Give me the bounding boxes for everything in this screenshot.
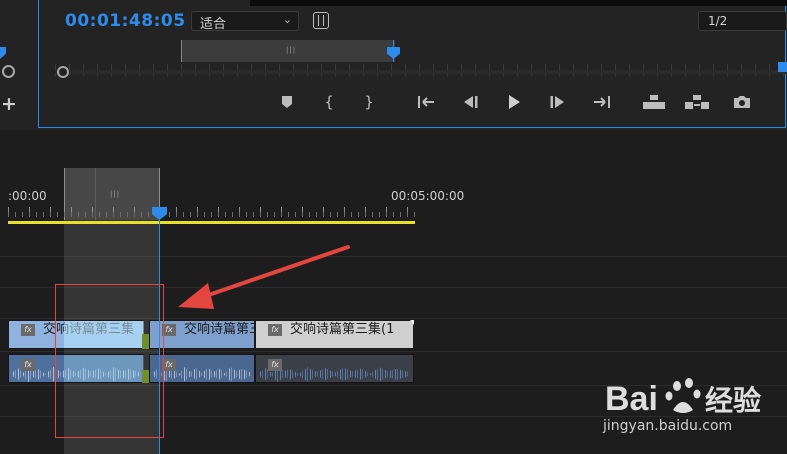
step-forward-icon [550,96,564,108]
camera-icon [734,96,750,108]
step-forward-button[interactable] [548,90,568,114]
svg-text:经验: 经验 [705,384,761,417]
lift-button[interactable] [642,90,666,114]
mark-in-button[interactable]: { [322,90,336,114]
annotation-arrow-icon [178,245,350,309]
step-back-button[interactable] [460,90,480,114]
mark-out-button[interactable]: } [362,90,376,114]
playback-resolution-dropdown[interactable]: 1/2 [698,11,787,31]
go-to-in-icon [418,96,434,108]
monitor-zoom-left-handle[interactable] [57,66,69,78]
watermark-url: jingyan.baidu.com [603,418,733,434]
baidu-jingyan-logo: Bai 经验 [605,378,761,418]
zoom-fit-dropdown[interactable]: 适合 ⌄ [191,11,299,32]
svg-text:Bai: Bai [605,380,658,418]
go-to-in-button[interactable] [416,90,438,114]
step-back-icon [464,96,478,108]
fx-badge-icon: fx [21,359,35,371]
mark-in-icon: { [324,93,334,111]
go-to-out-button[interactable] [590,90,612,114]
ruler-timecode-start: :00:00 [8,189,47,203]
clip-label: 交响诗篇第三集 [184,322,254,337]
play-button[interactable] [504,90,524,114]
audio-clip-2[interactable]: fx [149,354,255,383]
zoom-fit-value: 适合 [200,17,227,32]
video-preview-strip [250,0,787,6]
fx-badge-icon: fx [268,324,282,336]
work-area-bar[interactable] [8,221,415,224]
clip-label: 交响诗篇第三集(1 [290,322,395,337]
annotation-highlight-box [55,284,164,438]
monitor-zoom-scrollbar[interactable] [55,70,787,74]
fx-badge-icon: fx [21,324,35,336]
range-grip-icon: ||| [286,46,297,54]
audio-waveform [260,366,409,382]
ruler-timecode-mark: 00:05:00:00 [391,189,465,203]
fx-badge-icon: fx [162,359,176,371]
settings-icon [318,15,324,26]
go-to-out-icon [594,96,610,108]
source-zoom-handle[interactable] [2,65,15,78]
add-marker-button[interactable] [278,90,296,114]
extract-icon [685,95,709,109]
timeline-time-ruler-minor [8,212,415,217]
lift-icon [643,95,665,109]
playback-resolution-value: 1/2 [708,14,728,28]
audio-clip-3[interactable]: fx [255,354,414,383]
range-grip-icon: ||| [110,190,121,198]
monitor-zoom-right-handle[interactable] [778,62,787,72]
monitor-in-point[interactable] [181,40,182,62]
fx-badge-icon: fx [268,359,282,371]
export-frame-button[interactable] [732,90,752,114]
mark-out-icon: } [364,93,374,111]
playhead-timecode[interactable]: 00:01:48:05 [65,11,186,31]
extract-button[interactable] [684,90,710,114]
button-editor-plus-icon[interactable]: + [1,93,17,115]
marker-icon [282,96,292,108]
video-clip-2[interactable]: fx 交响诗篇第三集 [149,320,255,349]
settings-button[interactable] [313,12,329,29]
play-icon [509,95,520,109]
video-clip-3[interactable]: fx 交响诗篇第三集(1 [255,320,414,349]
chevron-down-icon: ⌄ [282,13,292,26]
fx-badge-icon: fx [162,324,176,336]
